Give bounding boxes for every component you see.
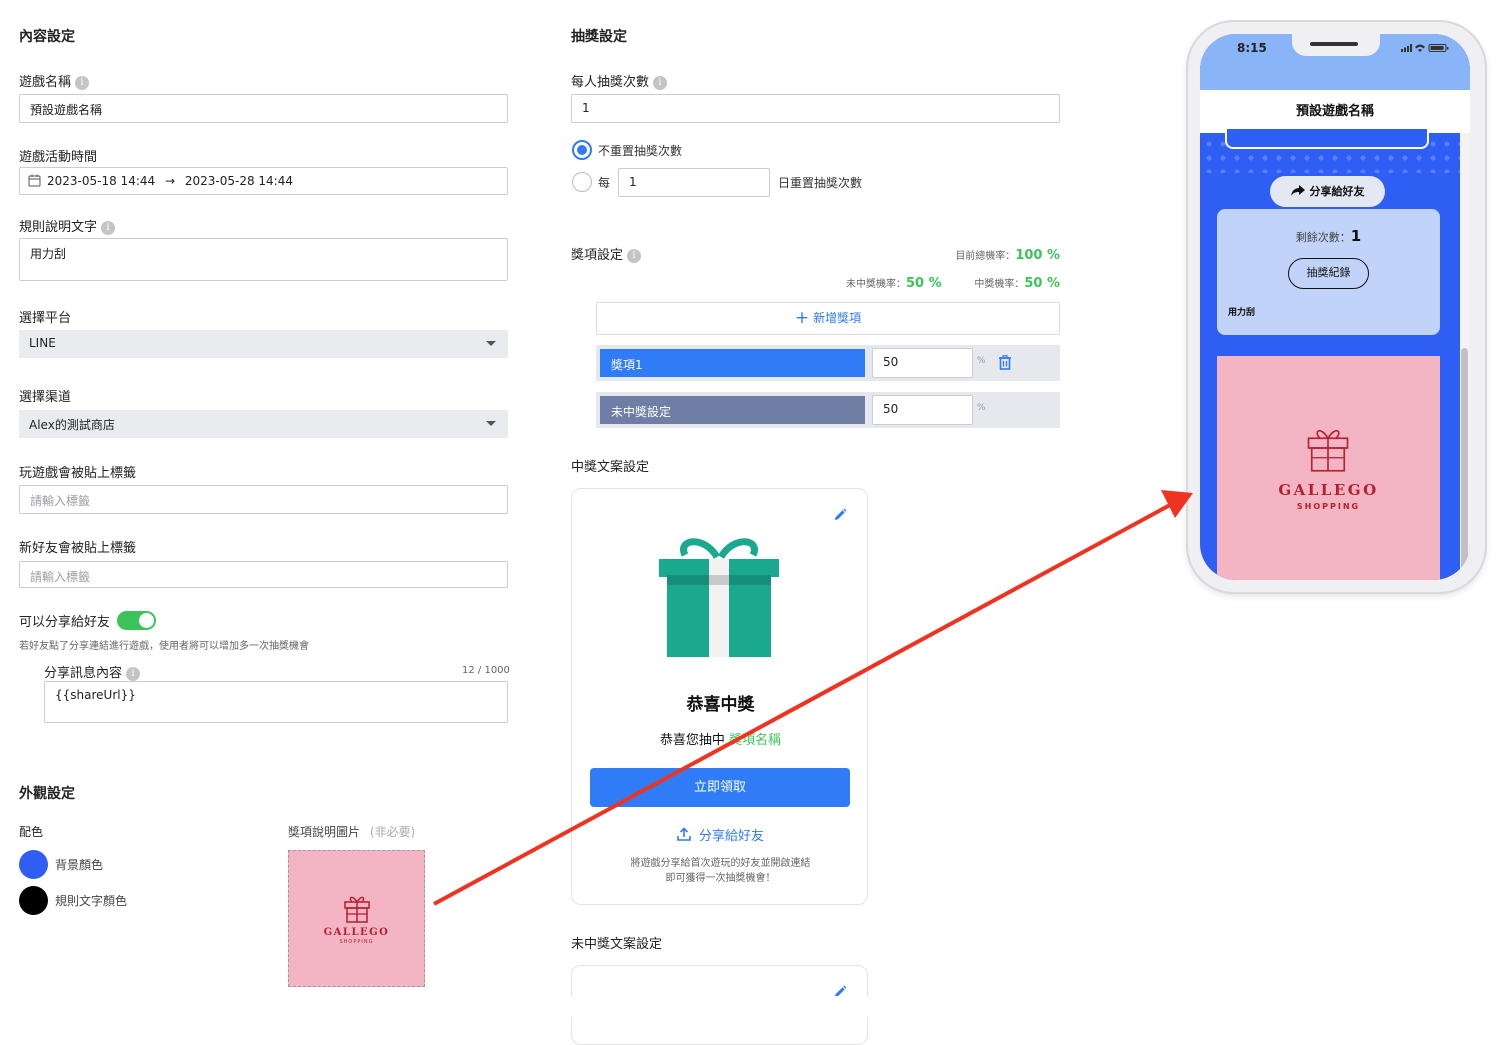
bg-color-swatch[interactable]: [19, 850, 48, 879]
info-icon[interactable]: i: [653, 75, 668, 90]
info-icon[interactable]: i: [627, 248, 642, 263]
calendar-icon: [28, 174, 41, 187]
friend-tag-label: 新好友會被貼上標籤: [19, 541, 137, 556]
edit-icon[interactable]: [833, 508, 847, 522]
phone-screen: 8:15 預設遊戲名稱 分享給好友 剩餘次數：1 抽獎紀錄 用力刮 GALLEG…: [1200, 34, 1470, 580]
lottery-times-input[interactable]: 1: [571, 94, 1060, 123]
share-message-counter: 12 / 1000: [462, 665, 510, 676]
content-section-title: 內容設定: [19, 29, 75, 45]
prize-name-text: 獎項名稱: [729, 733, 782, 748]
win-copy-card: 恭喜中獎 恭喜您抽中 獎項名稱 立即領取 分享給好友 將遊戲分享給首次遊玩的好友…: [571, 488, 868, 905]
percent-unit: %: [977, 356, 986, 366]
date-start: 2023-05-18 14:44: [47, 174, 156, 188]
phone-history-button[interactable]: 抽獎紀錄: [1288, 258, 1369, 289]
radio-daily-reset[interactable]: [572, 172, 592, 192]
phone-title: 預設遊戲名稱: [1200, 90, 1470, 133]
chevron-down-icon: [486, 421, 496, 426]
radio-daily-suffix: 日重置抽獎次數: [778, 176, 863, 190]
date-range-picker[interactable]: 2023-05-18 14:44 → 2023-05-28 14:44: [19, 167, 508, 195]
prize-name-tag[interactable]: 獎項1: [600, 349, 865, 377]
phone-scrollbar[interactable]: [1461, 348, 1468, 574]
appearance-section-title: 外觀設定: [19, 786, 75, 802]
rule-color-swatch[interactable]: [19, 886, 48, 915]
share-message-label: 分享訊息內容 i: [44, 662, 141, 681]
rule-text-textarea[interactable]: 用力刮: [19, 238, 508, 281]
upload-icon: [677, 827, 691, 841]
phone-time: 8:15: [1237, 41, 1267, 55]
gift-icon: [1307, 430, 1349, 472]
share-hint: 若好友點了分享連結進行遊戲，使用者將可以增加多一次抽獎機會: [19, 641, 309, 652]
platform-select[interactable]: LINE: [19, 330, 508, 358]
prize-row: 獎項1 50 %: [596, 345, 1060, 381]
gift-icon: [344, 896, 370, 923]
channel-label: 選擇渠道: [19, 390, 72, 405]
gift-illustration-icon: [659, 538, 779, 657]
phone-info-panel: 剩餘次數：1 抽獎紀錄 用力刮: [1217, 209, 1440, 335]
phone-scratch-card[interactable]: [1225, 129, 1429, 149]
logo-sub: SHOPPING: [339, 939, 374, 945]
prize-settings-label: 獎項設定 i: [571, 244, 642, 263]
percent-unit: %: [977, 403, 986, 413]
toggle-knob: [139, 613, 154, 628]
no-win-rate: 未中獎機率：50 %: [846, 276, 942, 291]
total-rate: 目前總機率：100 %: [955, 248, 1060, 263]
game-name-input[interactable]: 預設遊戲名稱: [19, 94, 508, 123]
phone-notch: [1292, 34, 1380, 56]
play-tag-label: 玩遊戲會被貼上標籤: [19, 466, 137, 481]
no-win-percent-input[interactable]: 50: [872, 395, 973, 425]
radio-no-reset[interactable]: [572, 140, 592, 160]
page-bottom-mask: [560, 996, 890, 1017]
prize-percent-input[interactable]: 50: [872, 348, 973, 378]
radio-daily-prefix: 每: [598, 176, 611, 190]
date-end: 2023-05-28 14:44: [184, 174, 293, 188]
logo-brand: GALLEGO: [1278, 481, 1379, 499]
info-icon[interactable]: i: [126, 666, 141, 681]
logo-brand: GALLEGO: [323, 927, 390, 938]
rule-color-label: 規則文字顏色: [55, 894, 128, 908]
phone-prize-image: GALLEGO SHOPPING: [1217, 356, 1440, 580]
game-time-label: 遊戲活動時間: [19, 150, 98, 165]
share-message-textarea[interactable]: {{shareUrl}}: [44, 681, 508, 723]
claim-button[interactable]: 立即領取: [590, 768, 850, 807]
share-toggle[interactable]: [117, 611, 156, 630]
platform-label: 選擇平台: [19, 311, 72, 326]
lottery-times-label: 每人抽獎次數 i: [571, 71, 668, 90]
prize-image-upload[interactable]: GALLEGO SHOPPING: [288, 850, 425, 987]
channel-select[interactable]: Alex的測試商店: [19, 410, 508, 438]
win-rate: 中獎機率：50 %: [974, 276, 1060, 291]
trash-icon[interactable]: [998, 355, 1012, 370]
game-name-label: 遊戲名稱 i: [19, 71, 90, 90]
color-label: 配色: [19, 825, 44, 839]
win-line: 恭喜您抽中 獎項名稱: [659, 733, 782, 748]
lose-copy-title: 未中獎文案設定: [571, 937, 663, 952]
share-friend-link[interactable]: 分享給好友: [572, 825, 869, 844]
share-label: 可以分享給好友: [19, 615, 111, 630]
bg-color-label: 背景顏色: [55, 858, 104, 872]
friend-tag-input[interactable]: 請輸入標籤: [19, 561, 508, 588]
date-arrow: →: [164, 174, 176, 188]
reset-days-input[interactable]: 1: [618, 168, 770, 197]
play-tag-input[interactable]: 請輸入標籤: [19, 485, 508, 514]
prize-row: 未中獎設定 50 %: [596, 392, 1060, 428]
radio-no-reset-label: 不重置抽獎次數: [598, 144, 683, 158]
prize-image-label: 獎項說明圖片 (非必要): [288, 825, 416, 839]
phone-frame: 8:15 預設遊戲名稱 分享給好友 剩餘次數：1 抽獎紀錄 用力刮 GALLEG…: [1188, 22, 1485, 592]
plus-icon: +: [794, 308, 810, 328]
share-arrow-icon: [1290, 185, 1305, 196]
phone-rule-text: 用力刮: [1228, 308, 1256, 318]
lottery-section-title: 抽獎設定: [571, 29, 627, 45]
logo-sub: SHOPPING: [1296, 502, 1361, 511]
add-prize-button[interactable]: + 新增獎項: [596, 302, 1060, 335]
phone-remaining: 剩餘次數：1: [1295, 227, 1362, 245]
no-win-tag[interactable]: 未中獎設定: [600, 396, 865, 424]
chevron-down-icon: [486, 341, 496, 346]
rule-text-label: 規則說明文字 i: [19, 216, 116, 235]
share-note: 將遊戲分享給首次遊玩的好友並開啟連結 即可獲得一次抽獎機會！: [630, 858, 811, 884]
signal-wifi-battery-icon: [1401, 44, 1449, 52]
info-icon[interactable]: i: [101, 220, 116, 235]
info-icon[interactable]: i: [75, 75, 90, 90]
win-copy-title: 中獎文案設定: [571, 460, 650, 475]
phone-share-button[interactable]: 分享給好友: [1270, 176, 1385, 207]
win-heading: 恭喜中獎: [686, 695, 755, 715]
